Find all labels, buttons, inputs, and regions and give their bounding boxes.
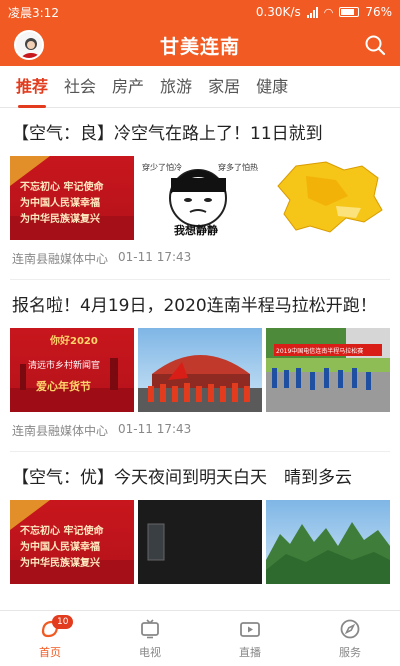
- article-source: 连南县融媒体中心: [12, 424, 109, 438]
- thumbnail-party-poster[interactable]: 不忘初心 牢记使命 为中国人民谋幸福 为中华民族谋复兴: [10, 156, 134, 240]
- network-speed: 0.30K/s: [255, 5, 301, 19]
- fair-subtitle: 清远市乡村新闻官: [28, 361, 101, 371]
- meme-caption: 我想静静: [174, 224, 218, 237]
- article-item[interactable]: 报名啦！4月19日，2020连南半程马拉松开跑！ 你好2020 清远市乡村新闻官…: [10, 280, 390, 452]
- nav-tv[interactable]: 电视: [100, 611, 200, 666]
- battery-level: 76%: [365, 5, 392, 19]
- article-meta: 连南县融媒体中心 01-11 17:43: [10, 412, 390, 451]
- battery-icon: [339, 7, 360, 17]
- article-source: 连南县融媒体中心: [12, 252, 109, 266]
- article-title[interactable]: 【空气：良】冷空气在路上了！11日就到: [10, 120, 390, 148]
- thumbnail-meme[interactable]: 穿少了怕冷 穿多了怕热 我想静静: [138, 156, 262, 240]
- fair-label: 爱心年货节: [36, 380, 91, 393]
- article-title[interactable]: 报名啦！4月19日，2020连南半程马拉松开跑！: [10, 292, 390, 320]
- nav-label: 直播: [239, 645, 261, 659]
- avatar[interactable]: [14, 30, 44, 60]
- poster-text: 为中国人民谋幸福: [20, 542, 100, 553]
- tv-icon: [141, 618, 159, 638]
- thumbnail-dark-video[interactable]: [138, 500, 262, 584]
- nav-label: 电视: [139, 645, 161, 659]
- article-time: 01-11 17:43: [118, 250, 192, 264]
- nav-live[interactable]: 直播: [200, 611, 300, 666]
- search-icon[interactable]: [364, 34, 386, 56]
- poster-text: 不忘初心 牢记使命: [20, 526, 104, 537]
- poster-text: 为中华民族谋复兴: [20, 558, 100, 569]
- article-time: 01-11 17:43: [118, 422, 192, 436]
- news-feed: 【空气：良】冷空气在路上了！11日就到 不忘初心 牢记使命 为中国人民谋幸福 为…: [0, 108, 400, 610]
- tab-recommend[interactable]: 推荐: [16, 66, 48, 108]
- category-tabs: 推荐 社会 房产 旅游 家居 健康: [0, 66, 400, 108]
- article-item[interactable]: 【空气：良】冷空气在路上了！11日就到 不忘初心 牢记使命 为中国人民谋幸福 为…: [10, 108, 390, 280]
- thumbnail-weather-map[interactable]: [266, 156, 390, 240]
- nav-home[interactable]: 10 首页: [0, 611, 100, 666]
- article-thumbnails: 不忘初心 牢记使命 为中国人民谋幸福 为中华民族谋复兴 穿少了怕冷 穿多了怕热 …: [10, 156, 390, 240]
- meme-tag: 穿多了怕热: [218, 163, 258, 172]
- poster-text: 不忘初心 牢记使命: [20, 182, 104, 193]
- article-meta: 连南县融媒体中心 01-11 17:43: [10, 240, 390, 279]
- nav-service[interactable]: 服务: [300, 611, 400, 666]
- article-thumbnails: 你好2020 清远市乡村新闻官 爱心年货节 2019中国电信连南半程马拉松赛: [10, 328, 390, 412]
- status-bar: 凌晨3:12 0.30K/s ◠ 76%: [0, 0, 400, 24]
- thumbnail-marathon-start[interactable]: 2019中国电信连南半程马拉松赛: [266, 328, 390, 412]
- thumbnail-runners-stadium[interactable]: [138, 328, 262, 412]
- tab-society[interactable]: 社会: [64, 66, 96, 108]
- meme-tag: 穿少了怕冷: [142, 163, 182, 172]
- wifi-icon: ◠: [323, 5, 334, 19]
- notification-badge: 10: [52, 615, 74, 629]
- poster-text: 为中华民族谋复兴: [20, 214, 100, 225]
- thumbnail-party-poster[interactable]: 不忘初心 牢记使命 为中国人民谋幸福 为中华民族谋复兴: [10, 500, 134, 584]
- app-bar: 甘美连南: [0, 24, 400, 66]
- article-thumbnails: 不忘初心 牢记使命 为中国人民谋幸福 为中华民族谋复兴: [10, 500, 390, 584]
- signal-icon: [306, 6, 318, 18]
- poster-text: 为中国人民谋幸福: [20, 198, 100, 209]
- live-video-icon: [240, 621, 260, 637]
- app-title: 甘美连南: [159, 35, 240, 58]
- fair-title: 你好2020: [50, 336, 98, 347]
- status-indicators: 0.30K/s ◠ 76%: [256, 5, 392, 19]
- thumbnail-new-year-fair[interactable]: 你好2020 清远市乡村新闻官 爱心年货节: [10, 328, 134, 412]
- bottom-nav: 10 首页 电视 直播 服务: [0, 610, 400, 666]
- tab-health[interactable]: 健康: [256, 66, 288, 108]
- tab-travel[interactable]: 旅游: [160, 66, 192, 108]
- tab-home[interactable]: 家居: [208, 66, 240, 108]
- race-banner: 2019中国电信连南半程马拉松赛: [276, 348, 364, 355]
- article-title[interactable]: 【空气：优】今天夜间到明天白天 晴到多云: [10, 464, 390, 492]
- tab-property[interactable]: 房产: [112, 66, 144, 108]
- nav-label: 首页: [39, 645, 61, 659]
- status-time: 凌晨3:12: [8, 5, 59, 20]
- nav-label: 服务: [339, 645, 361, 659]
- user-avatar-icon: [21, 38, 41, 58]
- thumbnail-mountains[interactable]: [266, 500, 390, 584]
- article-item[interactable]: 【空气：优】今天夜间到明天白天 晴到多云 不忘初心 牢记使命 为中国人民谋幸福 …: [10, 452, 390, 584]
- compass-icon: [340, 619, 360, 638]
